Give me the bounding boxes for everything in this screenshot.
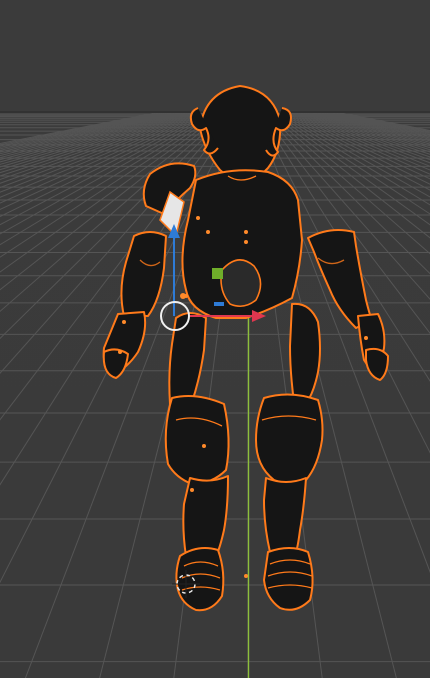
grid-line-depth	[333, 111, 430, 132]
grid-line-depth	[335, 111, 430, 131]
grid-line-depth	[313, 111, 430, 143]
grid-line-depth	[0, 111, 165, 147]
object-origin[interactable]	[180, 293, 186, 299]
3d-viewport[interactable]	[0, 0, 430, 678]
vertex-dot	[206, 230, 210, 234]
right-hip-plate[interactable]	[289, 302, 321, 405]
vertex-dot	[122, 320, 126, 324]
xz-plane-handle[interactable]	[214, 302, 224, 306]
grid-line-depth	[329, 111, 430, 134]
xy-plane-handle[interactable]	[212, 268, 223, 279]
vertex-dot	[244, 574, 248, 578]
chest-cutout	[220, 259, 262, 308]
grid-line-depth	[309, 111, 430, 147]
vertex-dot	[190, 488, 194, 492]
left-hand[interactable]	[102, 348, 129, 379]
vertex-dot	[118, 350, 122, 354]
vertex-dot	[202, 444, 206, 448]
grid-line-depth	[316, 111, 430, 142]
vertex-dot	[364, 336, 368, 340]
left-hip-plate[interactable]	[168, 312, 207, 405]
viewport-canvas[interactable]	[0, 0, 430, 678]
left-upper-arm[interactable]	[120, 231, 167, 317]
right-thigh[interactable]	[255, 393, 324, 484]
grid-line-depth	[320, 111, 430, 139]
left-boot[interactable]	[175, 547, 225, 612]
right-shin[interactable]	[263, 477, 307, 553]
grid-line-depth	[311, 111, 430, 145]
grid-line-depth	[302, 111, 430, 153]
left-thigh[interactable]	[164, 395, 230, 485]
right-boot[interactable]	[263, 547, 314, 611]
grid-line-depth	[296, 111, 430, 161]
grid-line-depth	[331, 111, 430, 133]
grid-line-depth	[0, 111, 161, 144]
vertex-dot	[244, 240, 248, 244]
right-hand[interactable]	[365, 347, 389, 381]
left-shin[interactable]	[182, 475, 229, 557]
grid-line-depth	[318, 111, 430, 140]
grid-line-depth	[0, 111, 167, 148]
grid-line-depth	[0, 111, 163, 146]
vertex-dot	[196, 216, 200, 220]
vertex-dot	[244, 230, 248, 234]
